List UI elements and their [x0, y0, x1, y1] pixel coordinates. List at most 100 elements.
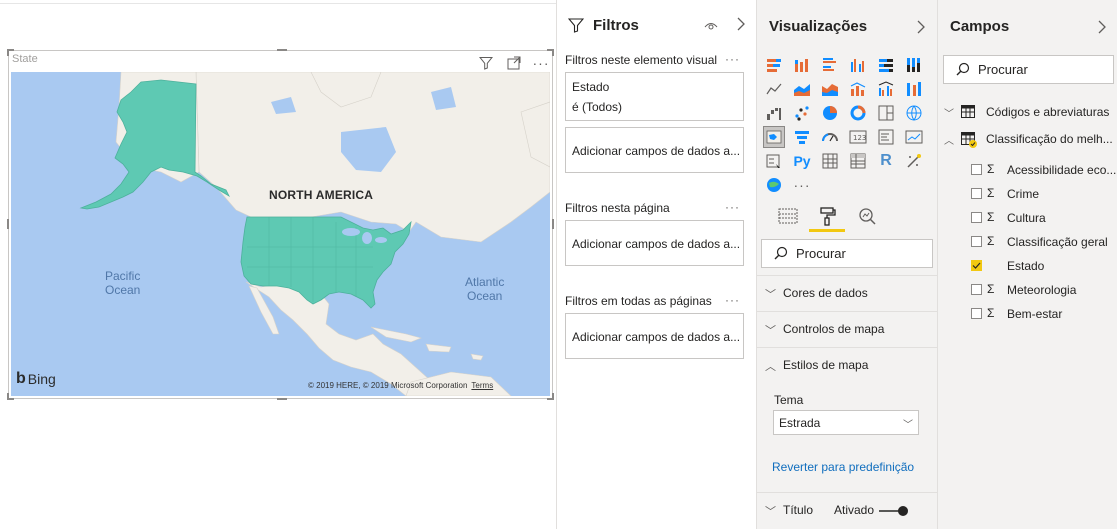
stacked-bar-chart-icon[interactable]: [763, 54, 785, 76]
more-options-icon[interactable]: ···: [533, 55, 549, 71]
area-chart-icon[interactable]: [791, 78, 813, 100]
slicer-icon[interactable]: [763, 150, 785, 172]
terms-link[interactable]: Terms: [471, 381, 493, 390]
field-item[interactable]: Σ Bem-estar: [938, 303, 1117, 325]
resize-handle-bottom-right-v[interactable]: [552, 393, 554, 400]
format-search-input[interactable]: Procurar: [761, 239, 933, 268]
eye-icon[interactable]: [704, 19, 718, 35]
add-page-filter-well[interactable]: Adicionar campos de dados a...: [565, 220, 744, 266]
funnel-icon: [567, 17, 585, 36]
fields-search-placeholder: Procurar: [978, 62, 1028, 77]
field-item-estado[interactable]: Estado: [938, 255, 1117, 277]
map-canvas[interactable]: NORTH AMERICA Pacific Ocean Atlantic Oce…: [11, 72, 550, 396]
estado-filter-card[interactable]: Estado é (Todos): [565, 72, 744, 121]
ribbon-chart-icon[interactable]: [903, 78, 925, 100]
line-chart-icon[interactable]: [763, 78, 785, 100]
100-stacked-bar-icon[interactable]: [875, 54, 897, 76]
donut-chart-icon[interactable]: [847, 102, 869, 124]
fields-tab-icon[interactable]: [777, 205, 799, 227]
visual-filters-more-icon[interactable]: ···: [725, 52, 740, 66]
filled-map-icon[interactable]: [763, 126, 785, 148]
field-item[interactable]: Σ Cultura: [938, 207, 1117, 229]
tema-dropdown[interactable]: Estrada ﹀: [773, 410, 919, 435]
gauge-icon[interactable]: [819, 126, 841, 148]
all-pages-filters-more-icon[interactable]: ···: [725, 293, 740, 307]
pie-chart-icon[interactable]: [819, 102, 841, 124]
add-all-pages-filter-well[interactable]: Adicionar campos de dados a...: [565, 313, 744, 359]
arcgis-map-icon[interactable]: [763, 174, 785, 196]
clustered-column-chart-icon[interactable]: [847, 54, 869, 76]
resize-handle-top[interactable]: [277, 49, 287, 51]
line-and-column-chart-icon[interactable]: [847, 78, 869, 100]
multi-row-card-icon[interactable]: [875, 126, 897, 148]
stacked-column-chart-icon[interactable]: [791, 54, 813, 76]
field-item[interactable]: Σ Classificação geral: [938, 231, 1117, 253]
scatter-chart-icon[interactable]: [791, 102, 813, 124]
revert-to-default-link[interactable]: Reverter para predefinição: [772, 460, 914, 474]
100-stacked-column-icon[interactable]: [903, 54, 925, 76]
resize-handle-top-right-v[interactable]: [552, 49, 554, 56]
funnel-chart-icon[interactable]: [791, 126, 813, 148]
map-label-pacific-line1: Pacific: [105, 269, 141, 283]
collapse-fields-icon[interactable]: [1097, 20, 1107, 37]
accordion-controlos-de-mapa[interactable]: ﹀ Controlos de mapa: [757, 311, 938, 347]
stacked-area-chart-icon[interactable]: [819, 78, 841, 100]
focus-mode-icon[interactable]: [506, 55, 522, 71]
treemap-icon[interactable]: [875, 102, 897, 124]
field-checkbox[interactable]: [971, 164, 982, 175]
resize-handle-left[interactable]: [7, 219, 9, 229]
map-visual[interactable]: State ··· NORTH AMERICA Pacific Ocean At…: [7, 49, 554, 400]
collapse-visualizations-icon[interactable]: [916, 20, 926, 37]
analytics-magnifier-icon[interactable]: [856, 205, 878, 227]
visual-filters-heading: Filtros neste elemento visual: [565, 53, 718, 67]
format-search-placeholder: Procurar: [796, 246, 846, 261]
format-paint-roller-icon[interactable]: [816, 205, 838, 227]
sigma-icon: Σ: [987, 282, 995, 296]
field-checkbox[interactable]: [971, 212, 982, 223]
card-icon[interactable]: 123: [847, 126, 869, 148]
add-visual-filter-text: Adicionar campos de dados a...: [572, 144, 741, 158]
field-label: Classificação geral: [1007, 235, 1108, 249]
waterfall-chart-icon[interactable]: [763, 102, 785, 124]
estado-filter-field: Estado: [572, 80, 610, 94]
accordion-estilos-label: Estilos de mapa: [783, 358, 869, 372]
clustered-bar-chart-icon[interactable]: [819, 54, 841, 76]
resize-handle-top-left-v[interactable]: [7, 49, 9, 56]
table-visual-icon[interactable]: [819, 150, 841, 172]
field-item[interactable]: Σ Acessibilidade eco...: [938, 159, 1117, 181]
map-copyright: © 2019 HERE, © 2019 Microsoft Corporatio…: [308, 381, 493, 390]
titulo-toggle-switch[interactable]: [879, 505, 909, 517]
visualizations-title: Visualizações: [769, 18, 868, 35]
resize-handle-bottom-left-v[interactable]: [7, 393, 9, 400]
matrix-visual-icon[interactable]: [847, 150, 869, 172]
accordion-cores-de-dados[interactable]: ﹀ Cores de dados: [757, 275, 938, 311]
resize-handle-right[interactable]: [552, 219, 554, 229]
field-checkbox[interactable]: [971, 308, 982, 319]
field-item[interactable]: Σ Meteorologia: [938, 279, 1117, 301]
titulo-toggle-label: Ativado: [834, 503, 875, 517]
page-filters-more-icon[interactable]: ···: [725, 200, 740, 214]
field-checkbox[interactable]: [971, 284, 982, 295]
resize-handle-bottom[interactable]: [277, 398, 287, 400]
r-visual-icon[interactable]: R: [875, 150, 897, 172]
filters-pane: Filtros Filtros neste elemento visual ··…: [556, 0, 756, 529]
custom-visual-icon[interactable]: [903, 150, 925, 172]
more-visuals-icon[interactable]: ···: [791, 174, 813, 196]
line-and-clustered-column-icon[interactable]: [875, 78, 897, 100]
fields-search-input[interactable]: Procurar: [943, 55, 1114, 84]
field-checkbox[interactable]: [971, 236, 982, 247]
collapse-filters-icon[interactable]: [736, 17, 746, 34]
add-visual-filter-well[interactable]: Adicionar campos de dados a...: [565, 127, 744, 173]
kpi-icon[interactable]: [903, 126, 925, 148]
field-checkbox-checked[interactable]: [971, 260, 982, 271]
map-label-atlantic: Atlantic Ocean: [465, 275, 504, 303]
python-visual-icon[interactable]: Py: [791, 150, 813, 172]
globe-map-icon[interactable]: [903, 102, 925, 124]
table-label: Códigos e abreviaturas: [986, 105, 1110, 119]
field-item[interactable]: Σ Crime: [938, 183, 1117, 205]
filter-icon[interactable]: [478, 55, 494, 71]
table-icon: [961, 105, 975, 121]
table-classificacao[interactable]: ︿ Classificação do melh...: [938, 128, 1117, 150]
field-checkbox[interactable]: [971, 188, 982, 199]
table-codigos[interactable]: ﹀ Códigos e abreviaturas: [938, 101, 1117, 123]
